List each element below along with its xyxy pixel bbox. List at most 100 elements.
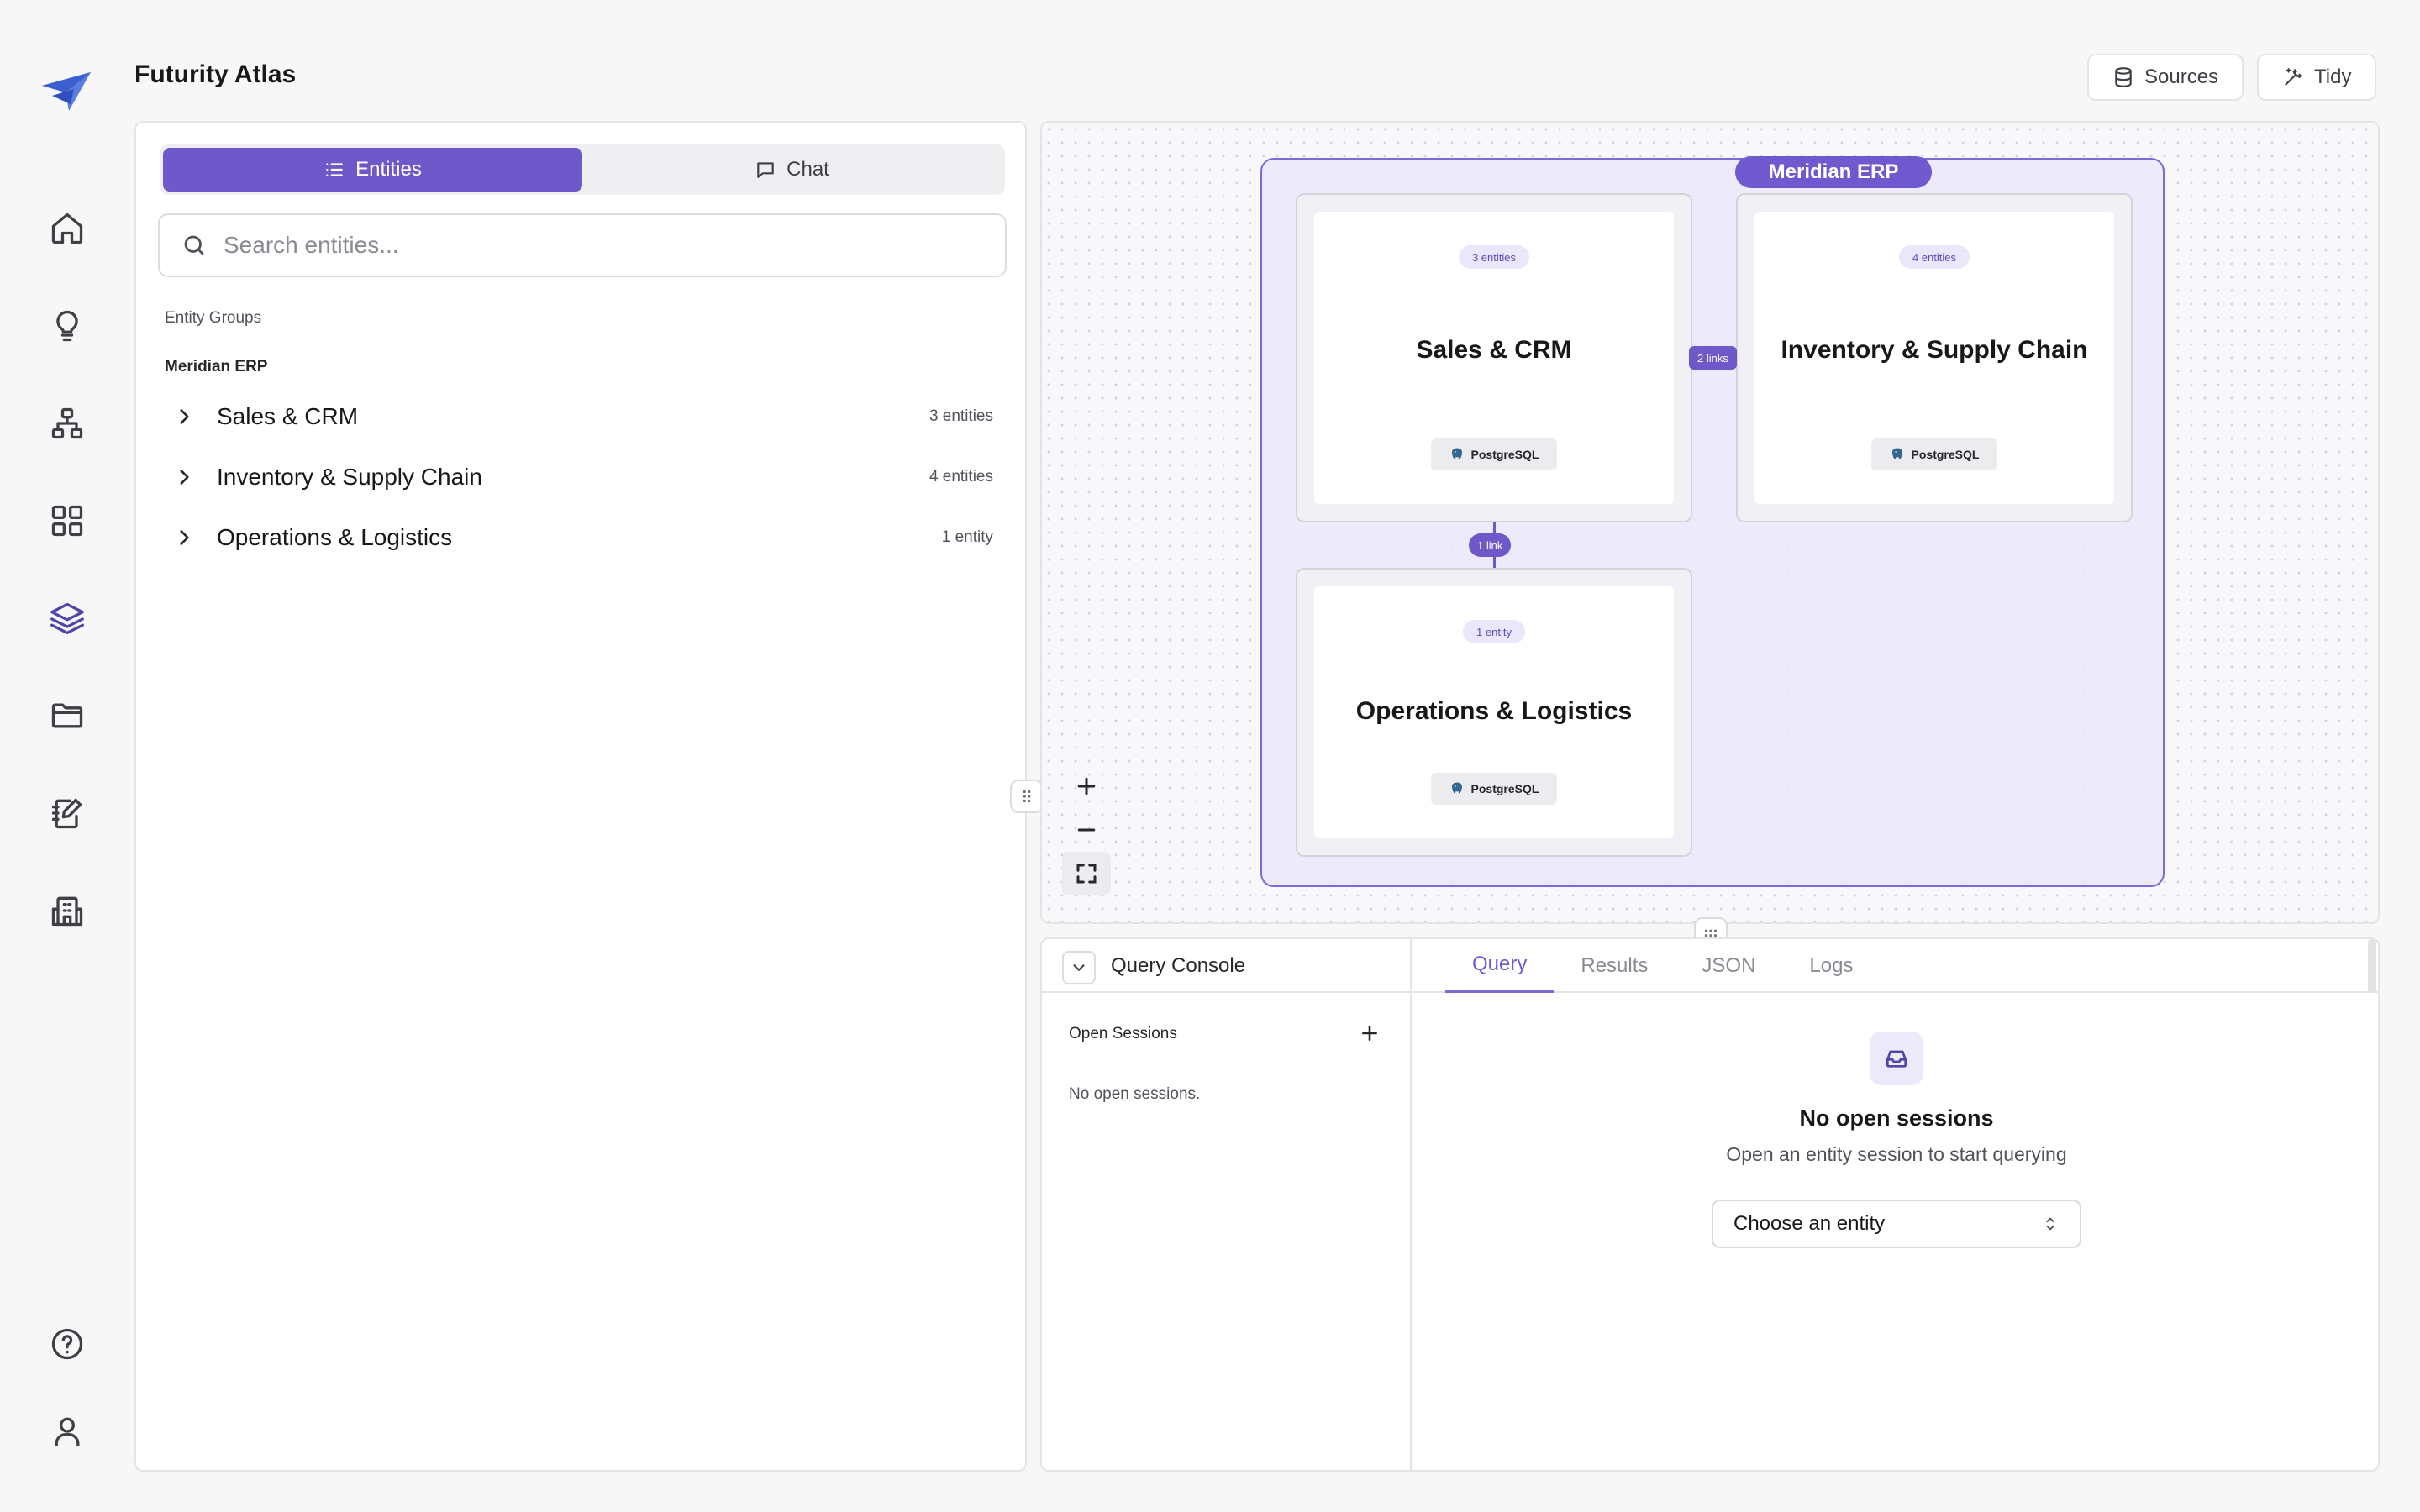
node-db-label: PostgreSQL (1470, 448, 1539, 461)
nav-folder-icon[interactable] (44, 692, 91, 739)
postgresql-icon (1891, 448, 1902, 459)
console-title: Query Console (1111, 954, 1246, 977)
tree-item-label: Operations & Logistics (217, 524, 453, 550)
tree-item-count: 1 entity (941, 528, 993, 546)
node-title: Operations & Logistics (1355, 697, 1633, 725)
chevron-right-icon (180, 530, 189, 545)
entity-select[interactable]: Choose an entity (1712, 1200, 2081, 1248)
tab-results[interactable]: Results (1554, 939, 1675, 993)
tree-item-label: Sales & CRM (217, 403, 359, 429)
scrollbar[interactable] (2368, 939, 2376, 993)
app-title: Futurity Atlas (134, 60, 297, 88)
collapse-console-button[interactable] (1062, 951, 1096, 984)
node-card: 3 entities Sales & CRM PostgreSQL (1314, 212, 1674, 504)
link-badge[interactable]: 1 link (1469, 533, 1512, 557)
sources-button[interactable]: Sources (2087, 54, 2244, 101)
tab-entities[interactable]: Entities (163, 148, 582, 192)
group-label: Meridian ERP (1735, 156, 1932, 188)
node-db-label: PostgreSQL (1470, 782, 1539, 795)
nav-rail (0, 0, 134, 1512)
source-name: Meridian ERP (165, 358, 268, 375)
console-tabs: Query Results JSON Logs (1445, 939, 1880, 993)
tidy-label: Tidy (2314, 66, 2352, 88)
node-operations-logistics[interactable]: 1 entity Operations & Logistics PostgreS… (1296, 568, 1692, 857)
tab-chat-label: Chat (786, 158, 829, 181)
tab-query[interactable]: Query (1445, 939, 1555, 993)
no-sessions-text: No open sessions. (1069, 1085, 1201, 1103)
tab-chat[interactable]: Chat (582, 148, 1002, 192)
nav-edit-icon[interactable] (44, 790, 91, 837)
node-db-label: PostgreSQL (1911, 448, 1980, 461)
list-icon (326, 163, 343, 176)
node-sales-crm[interactable]: 3 entities Sales & CRM PostgreSQL (1296, 193, 1692, 522)
node-db-chip: PostgreSQL (1870, 438, 1998, 470)
zoom-out-button[interactable] (1062, 808, 1111, 852)
search-field (158, 213, 1007, 277)
magic-wand-icon (2285, 68, 2302, 86)
tree-item-inventory-supply-chain[interactable]: Inventory & Supply Chain 4 entities (165, 454, 1005, 501)
entity-select-label: Choose an entity (1733, 1212, 1886, 1235)
search-input[interactable] (224, 232, 980, 259)
empty-state: No open sessions Open an entity session … (1412, 1032, 2378, 1248)
node-title: Sales & CRM (1416, 336, 1572, 364)
nav-user-icon[interactable] (44, 1408, 91, 1455)
plus-icon (1077, 777, 1096, 795)
nav-building-icon[interactable] (44, 887, 91, 934)
node-card: 1 entity Operations & Logistics PostgreS… (1314, 586, 1674, 838)
node-card: 4 entities Inventory & Supply Chain Post… (1754, 212, 2114, 504)
app-root: Futurity Atlas Sources Tidy Entities Cha… (0, 0, 2420, 1512)
tree-item-label: Inventory & Supply Chain (217, 464, 482, 490)
graph-canvas[interactable]: Meridian ERP 3 entities Sales & CRM Post… (1040, 121, 2380, 924)
tab-json[interactable]: JSON (1675, 939, 1782, 993)
drag-handle-icon (1023, 790, 1031, 803)
open-sessions-heading: Open Sessions (1069, 1025, 1177, 1042)
node-db-chip: PostgreSQL (1430, 438, 1558, 470)
nav-grid-icon[interactable] (44, 497, 91, 544)
tab-logs[interactable]: Logs (1782, 939, 1880, 993)
chevron-up-down-icon (2046, 1217, 2054, 1231)
app-logo-icon[interactable] (40, 71, 92, 113)
tree-item-count: 3 entities (929, 407, 993, 425)
search-icon (184, 235, 204, 255)
plus-icon (1362, 1026, 1377, 1041)
entity-panel: Entities Chat Entity Groups Meridian ERP… (134, 121, 1027, 1472)
node-badge: 1 entity (1463, 620, 1525, 643)
zoom-controls (1062, 764, 1111, 895)
sources-label: Sources (2144, 66, 2219, 88)
query-console: Query Console Open Sessions No open sess… (1040, 937, 2380, 1472)
postgresql-icon (1451, 448, 1462, 459)
chevron-right-icon (180, 409, 189, 424)
nav-hierarchy-icon[interactable] (44, 400, 91, 447)
node-inventory-supply-chain[interactable]: 4 entities Inventory & Supply Chain Post… (1736, 193, 2133, 522)
panel-resize-handle[interactable] (1010, 780, 1044, 813)
panel-tabs: Entities Chat (160, 144, 1005, 195)
add-session-button[interactable] (1353, 1016, 1386, 1050)
chat-icon (757, 162, 774, 178)
empty-state-title: No open sessions (1799, 1105, 1994, 1131)
tree-item-operations-logistics[interactable]: Operations & Logistics 1 entity (165, 514, 1005, 561)
zoom-in-button[interactable] (1062, 764, 1111, 808)
group-frame[interactable]: Meridian ERP 3 entities Sales & CRM Post… (1260, 156, 2165, 887)
nav-home-icon[interactable] (44, 205, 91, 252)
tree-item-sales-crm[interactable]: Sales & CRM 3 entities (165, 393, 1005, 440)
nav-layers-icon[interactable] (44, 595, 91, 642)
chevron-right-icon (180, 470, 189, 485)
nav-help-icon[interactable] (44, 1320, 91, 1368)
fit-view-button[interactable] (1062, 852, 1111, 895)
link-badge[interactable]: 2 links (1689, 346, 1737, 370)
sessions-pane: Query Console Open Sessions No open sess… (1042, 939, 1412, 1470)
entity-groups-heading: Entity Groups (165, 309, 262, 327)
tidy-button[interactable]: Tidy (2257, 54, 2377, 101)
inbox-icon (1870, 1032, 1923, 1085)
database-icon (2115, 67, 2132, 87)
node-title: Inventory & Supply Chain (1781, 336, 2088, 364)
fullscreen-icon (1076, 864, 1097, 884)
empty-state-subtitle: Open an entity session to start querying (1726, 1143, 2067, 1165)
node-badge: 4 entities (1898, 245, 1970, 269)
postgresql-icon (1451, 782, 1462, 794)
minus-icon (1077, 828, 1096, 832)
tree-item-count: 4 entities (929, 468, 993, 486)
tab-entities-label: Entities (355, 158, 422, 181)
nav-lightbulb-icon[interactable] (44, 302, 91, 349)
node-badge: 3 entities (1458, 245, 1530, 269)
